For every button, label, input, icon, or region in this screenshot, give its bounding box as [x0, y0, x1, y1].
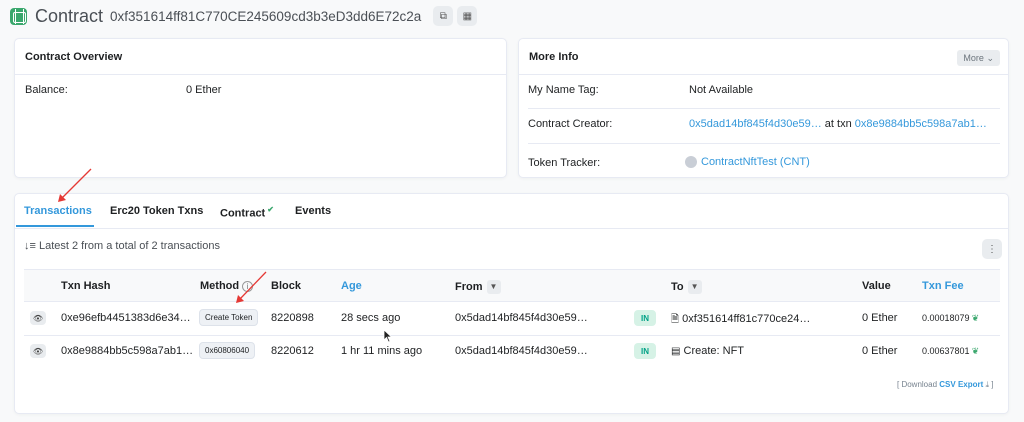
tabs-divider [15, 228, 1008, 229]
to-address: 🗎 0xf351614ff81c770ce24… [671, 312, 810, 329]
col-value: Value [862, 280, 891, 292]
contract-icon [10, 7, 27, 25]
col-to: To ▼ [671, 280, 702, 294]
tab-contract-label: Contract [220, 207, 266, 220]
to-address: ▤ Create: NFT [671, 345, 744, 357]
contract-overview-card: Contract Overview Balance: 0 Ether [14, 38, 507, 178]
download-csv: [ Download CSV Export ⤓ ] [897, 380, 994, 390]
col-block: Block [271, 280, 301, 292]
txn-fee-value: 0.00018079 [922, 313, 970, 323]
block-link[interactable]: 8220898 [271, 312, 314, 324]
balance-label: Balance: [25, 84, 68, 96]
csv-export-link[interactable]: CSV Export [939, 380, 983, 389]
age-value: 28 secs ago [341, 312, 401, 324]
page-title: Contract [35, 5, 104, 26]
creator-at-txn: at txn [824, 118, 852, 130]
download-suffix: ] [991, 380, 994, 389]
divider [528, 143, 1000, 144]
more-button-label: More [963, 53, 984, 63]
name-tag-label: My Name Tag: [528, 84, 599, 96]
qr-code-icon[interactable]: ▦ [457, 6, 478, 26]
chevron-down-icon: ⌄ [986, 52, 994, 63]
more-info-title: More Info [519, 39, 1008, 75]
annotation-arrow-icon [58, 168, 92, 202]
tab-erc20-token-txns[interactable]: Erc20 Token Txns [110, 205, 203, 217]
col-to-label: To [671, 280, 684, 293]
filter-icon[interactable]: ▼ [687, 280, 702, 294]
filter-icon[interactable]: ▼ [486, 280, 501, 294]
creator-address-link[interactable]: 0x5dad14bf845f4d30e59… [689, 118, 822, 130]
to-address-text: Create: NFT [683, 345, 745, 357]
from-address-link[interactable]: 0x5dad14bf845f4d30e59… [455, 345, 588, 357]
col-txn-fee[interactable]: Txn Fee [922, 280, 964, 292]
txn-hash-link[interactable]: 0xe96efb4451383d6e34… [61, 312, 191, 324]
copy-icon[interactable]: ⧉ [433, 6, 454, 26]
txn-fee-cell: 0.00637801 ❦ [922, 346, 979, 357]
page-header: Contract 0xf351614ff81C770CE245609cd3b3e… [10, 3, 478, 29]
token-tracker: ContractNftTest (CNT) [685, 156, 810, 168]
contract-address: 0xf351614ff81C770CE245609cd3b3eD3dd6E72c… [110, 8, 422, 24]
creator-row: 0x5dad14bf845f4d30e59… at txn 0x8e9884bb… [689, 118, 987, 130]
more-info-card: More Info More ⌄ My Name Tag: Not Availa… [518, 38, 1009, 178]
col-txn-hash: Txn Hash [61, 280, 111, 292]
summary-text: Latest 2 from a total of 2 transactions [38, 240, 220, 252]
document-icon: 🗎 [671, 314, 680, 325]
eye-icon[interactable]: 👁 [30, 311, 46, 325]
eye-icon[interactable]: 👁 [30, 344, 46, 358]
transactions-summary: ↓≡ Latest 2 from a total of 2 transactio… [24, 240, 220, 252]
download-icon: ⤓ [985, 380, 990, 389]
transactions-card [14, 193, 1009, 414]
tab-contract[interactable]: Contract ✔ [220, 205, 274, 220]
method-badge: 0x60806040 [199, 342, 256, 359]
col-age[interactable]: Age [341, 280, 362, 292]
direction-badge: IN [634, 343, 656, 359]
more-dropdown-button[interactable]: More ⌄ [957, 50, 1000, 66]
row-divider [24, 335, 1000, 336]
annotation-arrow-icon [236, 271, 267, 303]
txn-hash-link[interactable]: 0x8e9884bb5c598a7ab1… [61, 345, 193, 357]
tracker-label: Token Tracker: [528, 157, 601, 169]
creator-txn-link[interactable]: 0x8e9884bb5c598a7ab1… [855, 118, 987, 130]
eco-leaf-icon: ❦ [971, 313, 980, 323]
balance-value: 0 Ether [186, 84, 222, 96]
contract-create-icon: ▤ [671, 346, 681, 357]
txn-fee-cell: 0.00018079 ❦ [922, 313, 979, 324]
mouse-cursor-icon [383, 329, 393, 343]
creator-label: Contract Creator: [528, 118, 613, 130]
tab-transactions[interactable]: Transactions [24, 205, 92, 217]
verified-check-icon: ✔ [267, 205, 274, 214]
name-tag-value: Not Available [689, 84, 754, 96]
download-prefix: [ Download [897, 380, 938, 389]
from-address-link[interactable]: 0x5dad14bf845f4d30e59… [455, 312, 588, 324]
to-address-text: 0xf351614ff81c770ce24… [682, 313, 811, 325]
block-link[interactable]: 8220612 [271, 345, 314, 357]
eco-leaf-icon: ❦ [971, 346, 980, 356]
sort-icon: ↓≡ [24, 240, 39, 252]
divider [528, 108, 1000, 109]
col-from: From ▼ [455, 280, 501, 294]
overview-title: Contract Overview [15, 39, 506, 75]
method-badge: Create Token [199, 309, 259, 326]
value-cell: 0 Ether [862, 312, 898, 324]
table-header-row [24, 269, 1000, 302]
token-tracker-link[interactable]: ContractNftTest (CNT) [701, 156, 810, 168]
active-tab-indicator [16, 225, 94, 227]
token-icon [685, 156, 697, 168]
more-info-title-text: More Info [529, 50, 579, 63]
tab-events[interactable]: Events [295, 205, 331, 217]
txn-fee-value: 0.00637801 [922, 346, 970, 356]
col-from-label: From [455, 280, 483, 293]
options-menu-icon[interactable]: ⋮ [982, 239, 1002, 259]
age-value: 1 hr 11 mins ago [341, 345, 423, 357]
direction-badge: IN [634, 310, 656, 326]
value-cell: 0 Ether [862, 345, 898, 357]
